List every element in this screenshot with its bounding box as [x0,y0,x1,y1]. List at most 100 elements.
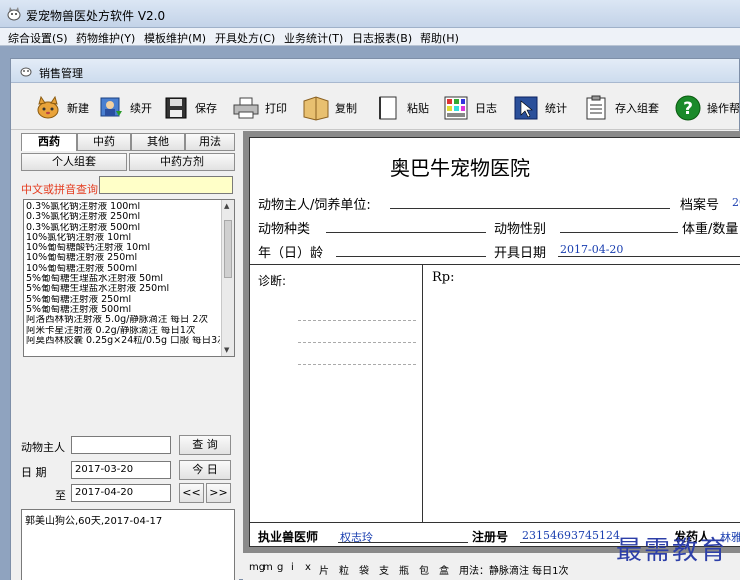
drug-list-item[interactable]: 10%氯化钠注射液 10ml [26,233,220,243]
signature-divider [250,522,740,523]
unit-button[interactable]: x [305,562,311,573]
diagnosis-dotline [298,342,416,343]
toolbar: 新建 续开 保存 打印 复制 粘贴 日志 统计 存入组套 ? 操作帮 [11,84,740,130]
drug-list-item[interactable]: 阿莫西林胶囊 0.25g×24粒/0.5g 口服 每日3次 [26,336,220,346]
species-label: 动物种类 [258,222,311,237]
drug-list-item[interactable]: 阿洛西林钠注射液 5.0g/静脉滴注 每日 2次 [26,315,220,325]
diagnosis-dotline [298,364,416,365]
reg-no-value[interactable]: 23154693745124 [522,529,620,542]
personal-set-button[interactable]: 个人组套 [21,153,127,171]
menu-settings[interactable]: 综合设置(S) [8,30,68,46]
log-icon [441,93,471,123]
to-label: 至 [55,489,66,502]
age-line[interactable] [336,256,486,257]
query-button[interactable]: 查 询 [179,435,231,455]
search-input[interactable] [99,176,233,194]
new-button[interactable]: 新建 [33,92,89,124]
issue-date-line [558,256,740,257]
date-label: 日 期 [21,466,47,479]
menu-prescribe[interactable]: 开具处方(C) [215,30,275,46]
drug-list-item[interactable]: 阿米卡星注射液 0.2g/静脉滴注 每日1次 [26,326,220,336]
clipboard-icon [581,93,611,123]
drug-list-item[interactable]: 5%葡萄糖生理盐水注射液 250ml [26,284,220,294]
unit-button[interactable]: 粒 [339,562,349,577]
drug-list-item[interactable]: 0.3%氯化钠注射液 250ml [26,212,220,222]
save-template-button[interactable]: 存入组套 [581,92,659,124]
scroll-up-icon[interactable]: ▲ [224,202,229,210]
unit-button[interactable]: 片 [319,562,329,577]
species-line[interactable] [326,232,486,233]
stats-icon [511,93,541,123]
age-label: 年（日）龄 [258,246,324,261]
next-button[interactable]: >> [206,483,231,503]
chinese-formula-button[interactable]: 中药方剂 [129,153,235,171]
drug-list[interactable]: 0.3%氯化钠注射液 100ml 0.3%氯化钠注射液 250ml 0.3%氯化钠注… [23,199,235,357]
help-button[interactable]: ? 操作帮 [673,92,740,124]
sex-line[interactable] [560,232,678,233]
save-label: 保存 [195,102,217,115]
drug-list-item[interactable]: 10%葡萄糖酸钙注射液 10ml [26,243,220,253]
print-button[interactable]: 打印 [231,92,287,124]
owner-field-line[interactable] [390,208,670,209]
scroll-down-icon[interactable]: ▼ [224,346,229,354]
today-button[interactable]: 今 日 [179,460,231,480]
unit-button[interactable]: 袋 [359,562,369,577]
save-button[interactable]: 保存 [161,92,217,124]
watermark-text: 最需教育 [616,536,729,566]
unit-button[interactable]: 盒 [439,562,449,577]
unit-button[interactable]: m [263,562,273,573]
drug-list-item[interactable]: 0.3%氯化钠注射液 100ml [26,202,220,212]
menu-templates[interactable]: 模板维护(M) [144,30,206,46]
drug-list-item[interactable]: 5%葡萄糖注射液 250ml [26,295,220,305]
menu-reports[interactable]: 日志报表(B) [352,30,412,46]
prev-button[interactable]: << [179,483,204,503]
print-icon [231,93,261,123]
unit-button[interactable]: 包 [419,562,429,577]
stats-button[interactable]: 统计 [511,92,567,124]
search-label: 中文或拼音查询 [21,183,98,196]
svg-text:?: ? [683,99,693,119]
file-no-label: 档案号 [680,198,720,213]
menu-stats[interactable]: 业务统计(T) [284,30,343,46]
log-button[interactable]: 日志 [441,92,497,124]
file-no-value[interactable]: 201 [732,196,740,209]
diagnosis-label: 诊断: [258,274,287,288]
record-list[interactable]: 郭美山狗公,60天,2017-04-17 [21,509,235,580]
hospital-name: 奥巴牛宠物医院 [390,156,530,180]
sales-window: 销售管理 新建 续开 保存 打印 复制 粘贴 日志 统计 存入组套 ? 操作帮 … [10,58,740,580]
prescription-area: 奥巴牛宠物医院 动物主人/饲养单位: 档案号 201 动物种类 动物性别 体重/… [243,131,740,580]
menu-drugs[interactable]: 药物维护(Y) [76,30,135,46]
continue-button[interactable]: 续开 [96,92,152,124]
drug-list-item[interactable]: 10%葡萄糖注射液 250ml [26,253,220,263]
tab-usage[interactable]: 用法 [185,133,235,151]
tab-other[interactable]: 其他 [131,133,185,151]
date-from-input[interactable]: 2017-03-20 [71,461,171,479]
reg-no-line [520,542,620,543]
unit-button[interactable]: g [277,562,283,573]
unit-button[interactable]: 支 [379,562,389,577]
issue-date-value[interactable]: 2017-04-20 [560,243,623,256]
menu-help[interactable]: 帮助(H) [420,30,459,46]
usage-text[interactable]: 用法：静脉滴注 每日1次 [459,562,569,577]
diagnosis-dotline [298,320,416,321]
print-label: 打印 [265,102,287,115]
drug-list-item[interactable]: 10%葡萄糖注射液 500ml [26,264,220,274]
drug-list-item[interactable]: 5%葡萄糖生理盐水注射液 50ml [26,274,220,284]
continue-label: 续开 [130,102,152,115]
tab-chinese-medicine[interactable]: 中药 [77,133,131,151]
record-item[interactable]: 郭美山狗公,60天,2017-04-17 [22,510,234,529]
scroll-thumb[interactable] [224,220,232,278]
new-label: 新建 [67,102,89,115]
drug-list-scrollbar[interactable]: ▲ ▼ [221,200,234,356]
date-to-input[interactable]: 2017-04-20 [71,484,171,502]
tab-western-medicine[interactable]: 西药 [21,133,77,151]
vet-line [338,542,468,543]
owner-input[interactable] [71,436,171,454]
help-icon: ? [673,93,703,123]
drug-list-item[interactable]: 5%葡萄糖注射液 500ml [26,305,220,315]
paste-button[interactable]: 粘贴 [373,92,429,124]
copy-button[interactable]: 复制 [301,92,357,124]
unit-button[interactable]: 瓶 [399,562,409,577]
unit-button[interactable]: i [291,562,294,573]
drug-list-item[interactable]: 0.3%氯化钠注射液 500ml [26,223,220,233]
